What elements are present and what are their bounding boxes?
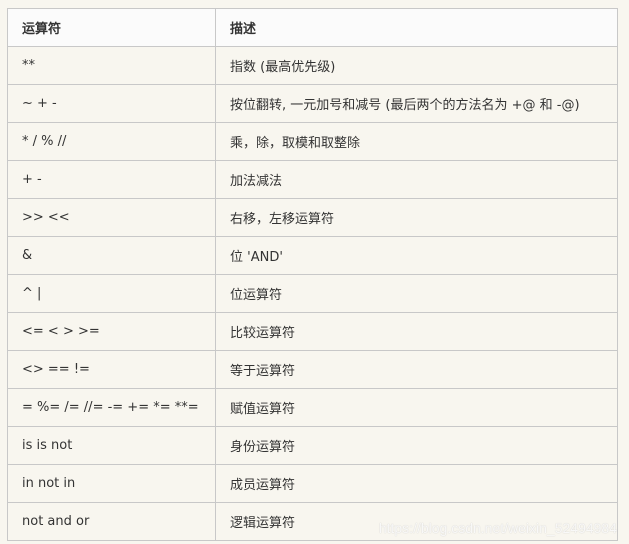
table-row: + - 加法减法	[7, 160, 618, 199]
operator-cell: + -	[7, 160, 216, 199]
operator-cell: ^ |	[7, 274, 216, 313]
table-row: * / % //乘，除，取模和取整除	[7, 122, 618, 161]
table-row: <= < > >= 比较运算符	[7, 312, 618, 351]
description-cell: 位运算符	[215, 274, 618, 313]
header-description: 描述	[215, 8, 618, 47]
table-row: <> == != 等于运算符	[7, 350, 618, 389]
description-cell: 指数 (最高优先级)	[215, 46, 618, 85]
description-cell: 乘，除，取模和取整除	[215, 122, 618, 161]
operator-cell: * / % //	[7, 122, 216, 161]
operator-cell: <> == !=	[7, 350, 216, 389]
table-row: is is not 身份运算符	[7, 426, 618, 465]
table-row: & 位 'AND'	[7, 236, 618, 275]
operator-cell: ~ + -	[7, 84, 216, 123]
operator-cell: <= < > >=	[7, 312, 216, 351]
description-cell: 比较运算符	[215, 312, 618, 351]
description-cell: 加法减法	[215, 160, 618, 199]
table-row: ** 指数 (最高优先级)	[7, 46, 618, 85]
table-row: ~ + - 按位翻转, 一元加号和减号 (最后两个的方法名为 +@ 和 -@)	[7, 84, 618, 123]
table-row: = %= /= //= -= += *= **= 赋值运算符	[7, 388, 618, 427]
operator-precedence-table: 运算符 描述 ** 指数 (最高优先级) ~ + - 按位翻转, 一元加号和减号 (…	[7, 8, 618, 541]
watermark: https://blog.csdn.net/weixin_52494984	[378, 520, 617, 536]
description-cell: 右移，左移运算符	[215, 198, 618, 237]
header-operator: 运算符	[7, 8, 216, 47]
operator-cell: in not in	[7, 464, 216, 503]
operator-cell: &	[7, 236, 216, 275]
table-header-row: 运算符 描述	[7, 8, 618, 47]
table-row: in not in 成员运算符	[7, 464, 618, 503]
operator-cell: not and or	[7, 502, 216, 541]
table-row: ^ | 位运算符	[7, 274, 618, 313]
description-cell: 等于运算符	[215, 350, 618, 389]
description-cell: 按位翻转, 一元加号和减号 (最后两个的方法名为 +@ 和 -@)	[215, 84, 618, 123]
description-cell: 位 'AND'	[215, 236, 618, 275]
operator-cell: is is not	[7, 426, 216, 465]
description-cell: 赋值运算符	[215, 388, 618, 427]
operator-cell: = %= /= //= -= += *= **=	[7, 388, 216, 427]
operator-cell: **	[7, 46, 216, 85]
table-row: >> << 右移，左移运算符	[7, 198, 618, 237]
operator-cell: >> <<	[7, 198, 216, 237]
description-cell: 身份运算符	[215, 426, 618, 465]
description-cell: 成员运算符	[215, 464, 618, 503]
